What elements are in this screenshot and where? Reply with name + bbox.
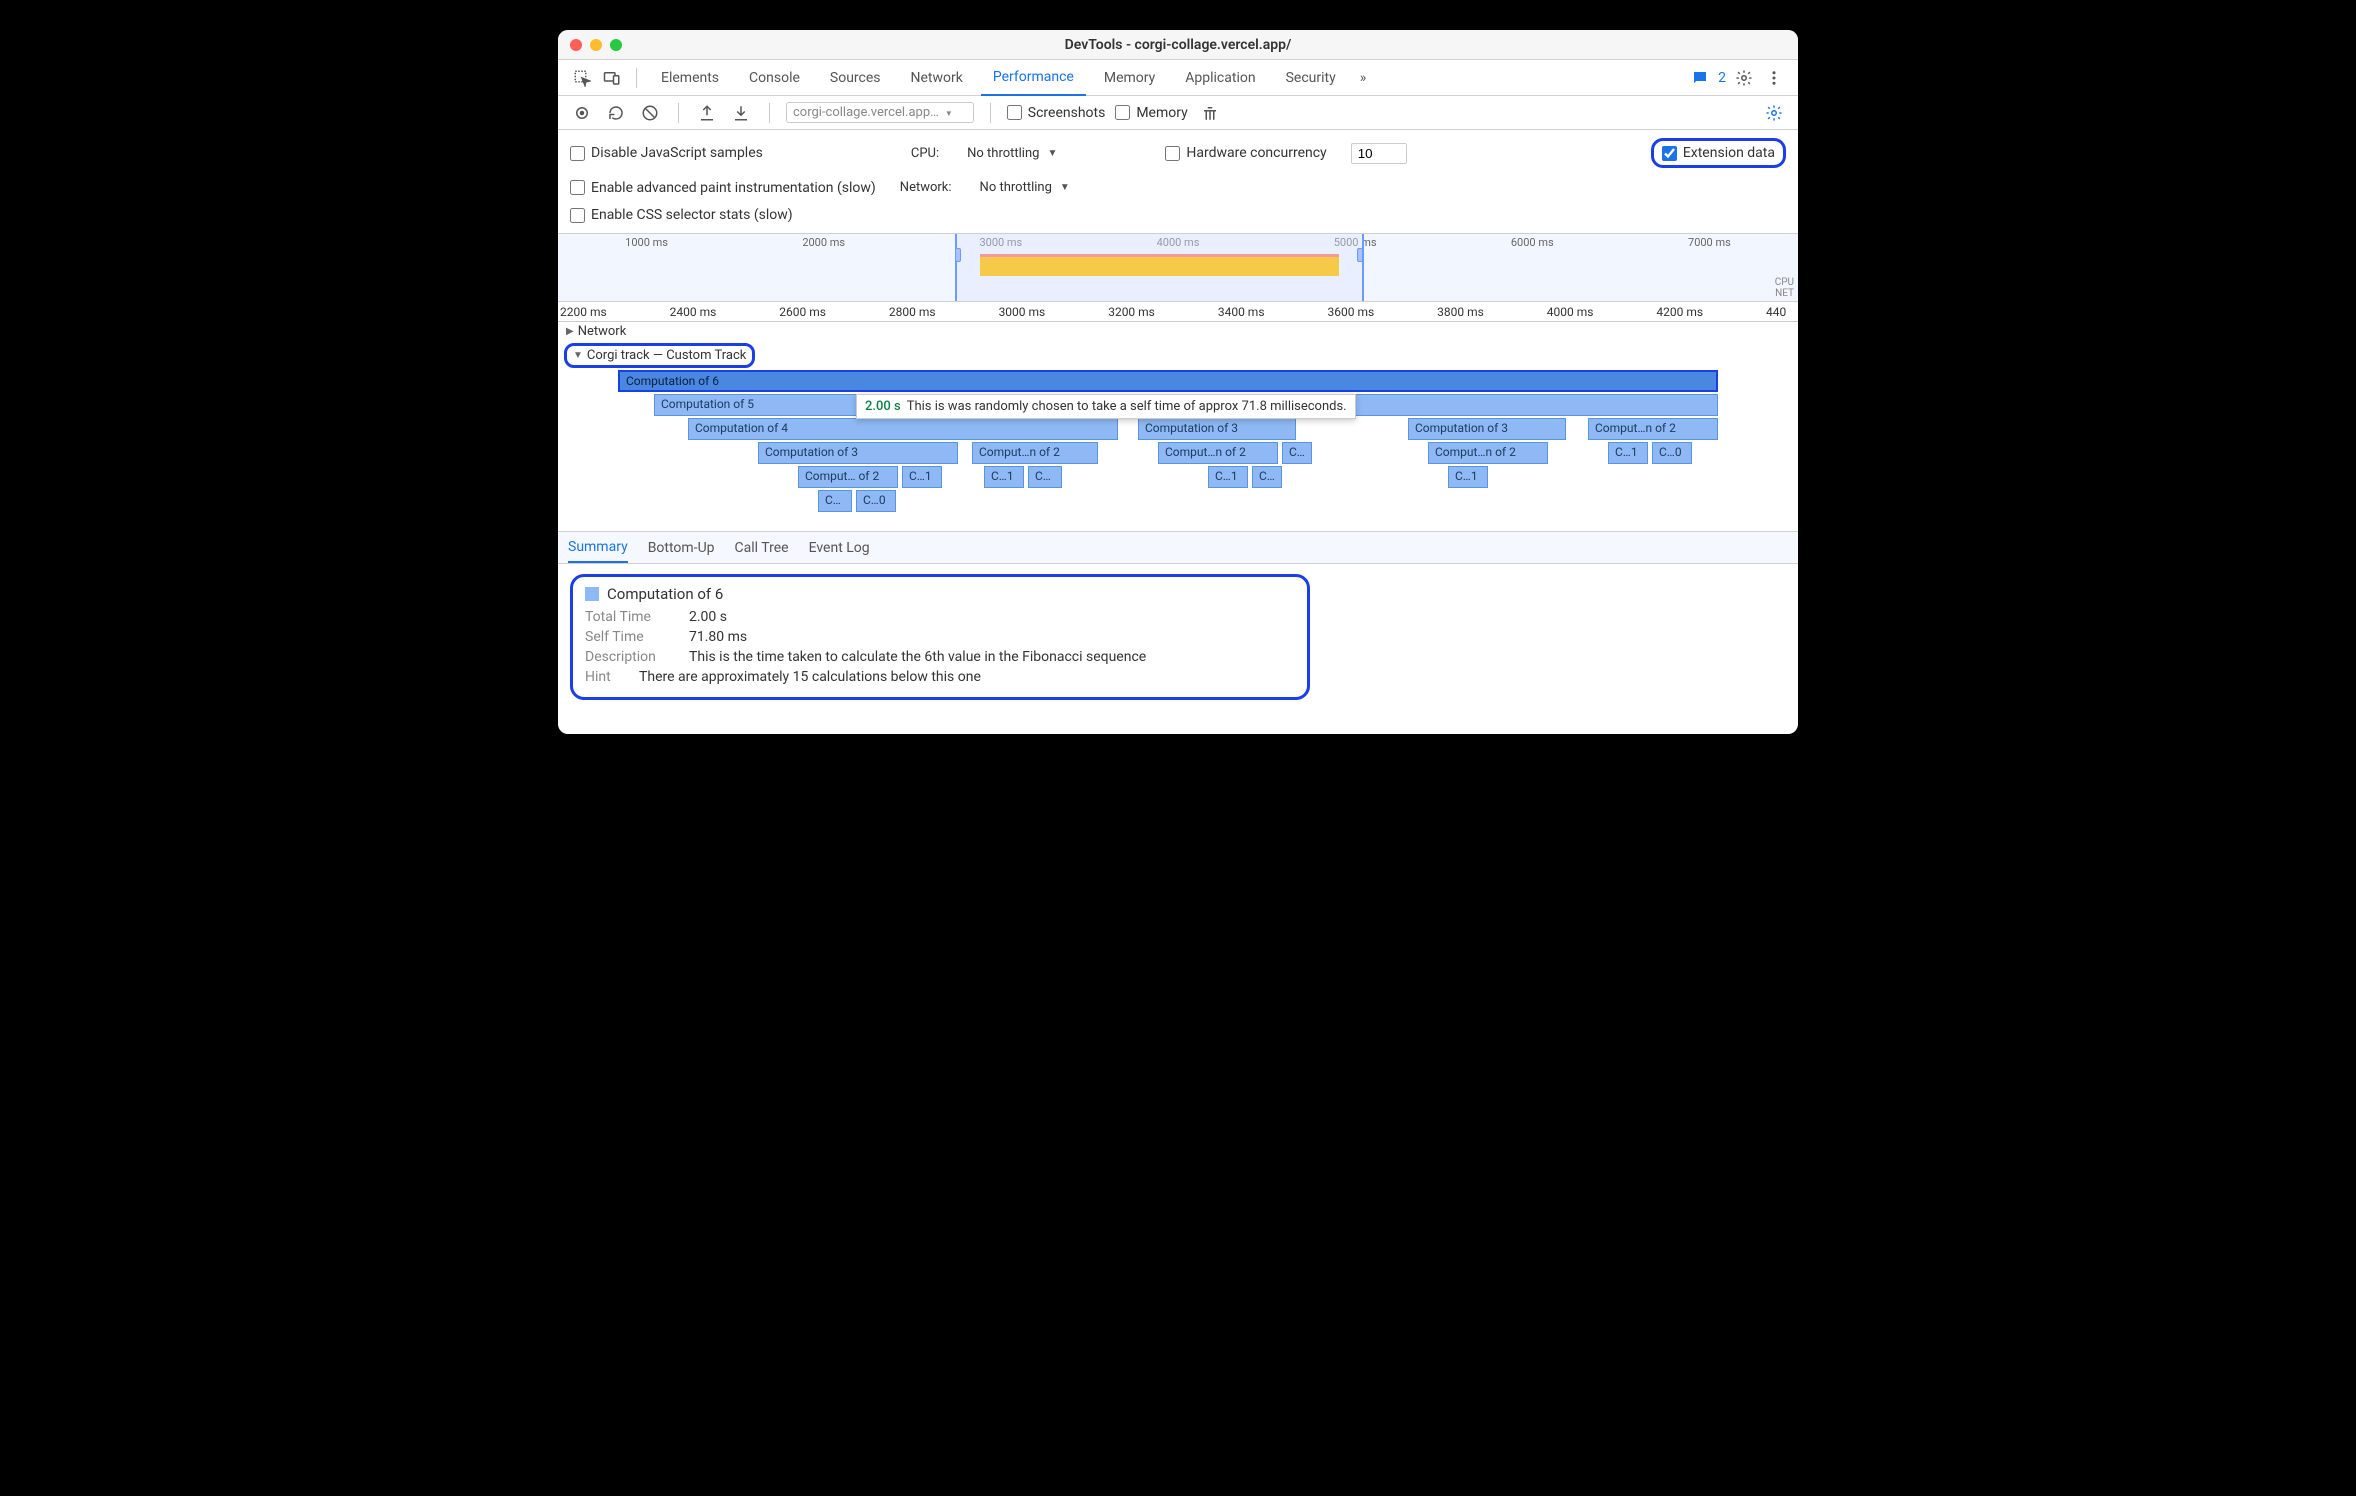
titlebar: DevTools - corgi-collage.vercel.app/ (558, 30, 1798, 60)
summary-swatch (585, 587, 599, 601)
flame-bar[interactable]: C…0 (1652, 442, 1692, 464)
summary-panel: Computation of 6 Total Time2.00 s Self T… (558, 564, 1798, 734)
main-tabs: Elements Console Sources Network Perform… (558, 60, 1798, 96)
overview-cpu-flame (980, 254, 1340, 276)
flame-bar[interactable]: C…0 (856, 490, 896, 512)
flame-bar[interactable]: Comput… of 2 (798, 466, 898, 488)
detail-tabs: Summary Bottom-Up Call Tree Event Log (558, 532, 1798, 564)
flame-bar[interactable]: C…1 (1208, 466, 1248, 488)
summary-highlight: Computation of 6 Total Time2.00 s Self T… (570, 574, 1310, 700)
flame-bar[interactable]: Comput…n of 2 (972, 442, 1098, 464)
flame-bar[interactable]: Computation of 3 (1408, 418, 1566, 440)
tab-sources[interactable]: Sources (818, 60, 893, 96)
minimize-window-button[interactable] (590, 39, 602, 51)
network-track-header[interactable]: ▶Network (558, 322, 1798, 341)
cpu-throttle-select[interactable]: No throttling▼ (963, 144, 1057, 163)
extension-data-checkbox[interactable]: Extension data (1662, 145, 1775, 161)
issues-count: 2 (1718, 70, 1726, 86)
custom-track-highlight: ▼Corgi track — Custom Track (564, 343, 755, 368)
flame-chart[interactable]: Computation of 6 Computation of 5 Comput… (558, 370, 1798, 520)
device-toggle-icon[interactable] (600, 66, 624, 90)
tab-security[interactable]: Security (1274, 60, 1348, 96)
cpu-label: CPU: (911, 146, 939, 161)
traffic-lights (570, 39, 622, 51)
capture-settings-icon[interactable] (1762, 101, 1786, 125)
screenshots-checkbox[interactable]: Screenshots (1007, 105, 1106, 121)
extension-data-highlight: Extension data (1651, 138, 1786, 168)
flame-bar[interactable]: Computation of 3 (1138, 418, 1296, 440)
disable-js-checkbox[interactable]: Disable JavaScript samples (570, 145, 763, 161)
tab-console[interactable]: Console (737, 60, 812, 96)
network-label: Network: (900, 180, 952, 195)
flame-bar[interactable]: Computation of 6 (618, 370, 1718, 392)
tab-call-tree[interactable]: Call Tree (735, 534, 789, 562)
custom-track-header[interactable]: ▼Corgi track — Custom Track (573, 348, 746, 363)
flame-bar[interactable]: C… (818, 490, 852, 512)
record-button[interactable] (570, 101, 594, 125)
hardware-concurrency-checkbox[interactable]: Hardware concurrency (1165, 145, 1326, 161)
flame-bar[interactable]: C…1 (902, 466, 942, 488)
tab-elements[interactable]: Elements (649, 60, 731, 96)
tab-network[interactable]: Network (899, 60, 975, 96)
tab-event-log[interactable]: Event Log (809, 534, 870, 562)
download-icon[interactable] (729, 101, 753, 125)
hardware-concurrency-input[interactable] (1351, 143, 1407, 164)
garbage-collect-icon[interactable] (1198, 101, 1222, 125)
summary-title: Computation of 6 (585, 585, 1295, 603)
divider (990, 103, 991, 123)
memory-checkbox[interactable]: Memory (1115, 105, 1187, 121)
divider (678, 103, 679, 123)
flame-bar[interactable]: Computation of 4 (688, 418, 1118, 440)
window-title: DevTools - corgi-collage.vercel.app/ (1065, 37, 1292, 53)
flame-bar[interactable]: C…1 (1608, 442, 1648, 464)
flame-bar[interactable]: C…1 (984, 466, 1024, 488)
flame-bar[interactable]: Comput…n of 2 (1158, 442, 1278, 464)
settings-icon[interactable] (1732, 66, 1756, 90)
flame-bar[interactable]: C…1 (1448, 466, 1488, 488)
tracks-panel[interactable]: ▶Network ▼Corgi track — Custom Track Com… (558, 322, 1798, 532)
flame-bar[interactable]: Comput…n of 2 (1588, 418, 1718, 440)
inspect-icon[interactable] (570, 66, 594, 90)
flame-tooltip: 2.00 sThis is was randomly chosen to tak… (856, 394, 1356, 419)
divider (769, 103, 770, 123)
advanced-paint-checkbox[interactable]: Enable advanced paint instrumentation (s… (570, 180, 876, 196)
overview-handle-left[interactable] (955, 248, 961, 262)
tab-memory[interactable]: Memory (1092, 60, 1167, 96)
tab-bottom-up[interactable]: Bottom-Up (648, 534, 715, 562)
close-window-button[interactable] (570, 39, 582, 51)
overview-handle-right[interactable] (1357, 248, 1363, 262)
flame-bar[interactable]: C… (1252, 466, 1282, 488)
reload-record-button[interactable] (604, 101, 628, 125)
overview-row-labels: CPUNET (1775, 277, 1794, 299)
clear-button[interactable] (638, 101, 662, 125)
timeline-overview[interactable]: 1000 ms2000 ms3000 ms4000 ms5000 ms6000 … (558, 234, 1798, 302)
zoom-window-button[interactable] (610, 39, 622, 51)
css-selector-stats-checkbox[interactable]: Enable CSS selector stats (slow) (570, 207, 793, 223)
capture-options: Disable JavaScript samples CPU: No throt… (558, 130, 1798, 234)
devtools-window: DevTools - corgi-collage.vercel.app/ Ele… (558, 30, 1798, 734)
tab-application[interactable]: Application (1173, 60, 1267, 96)
tab-summary[interactable]: Summary (568, 533, 628, 563)
more-tabs-button[interactable]: » (1354, 70, 1373, 86)
perf-toolbar: corgi-collage.vercel.app… Screenshots Me… (558, 96, 1798, 130)
flame-bar[interactable]: Comput…n of 2 (1428, 442, 1548, 464)
flame-bar[interactable]: C… (1282, 442, 1312, 464)
profile-dropdown[interactable]: corgi-collage.vercel.app… (786, 102, 974, 123)
divider (636, 68, 637, 88)
network-throttle-select[interactable]: No throttling▼ (976, 178, 1070, 197)
issues-icon[interactable] (1688, 66, 1712, 90)
kebab-menu-icon[interactable] (1762, 66, 1786, 90)
flame-bar[interactable]: Computation of 3 (758, 442, 958, 464)
tab-performance[interactable]: Performance (981, 60, 1086, 96)
timeline-ruler: 2200 ms2400 ms2600 ms2800 ms3000 ms3200 … (558, 302, 1798, 322)
upload-icon[interactable] (695, 101, 719, 125)
flame-bar[interactable]: C… (1028, 466, 1062, 488)
